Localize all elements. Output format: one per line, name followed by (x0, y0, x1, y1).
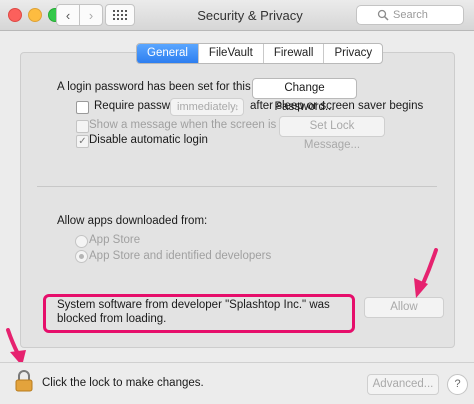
radio-app-store-identified[interactable] (75, 250, 88, 263)
show-message-checkbox[interactable] (76, 120, 89, 133)
disable-auto-login-checkbox[interactable]: ✓ (76, 135, 89, 148)
search-field[interactable]: Search (356, 5, 464, 25)
advanced-button[interactable]: Advanced... (367, 374, 439, 395)
highlight-box (43, 294, 355, 333)
minimize-window-button[interactable] (28, 8, 42, 22)
window-title: Security & Privacy (197, 8, 303, 23)
require-password-value: immediately (177, 101, 236, 113)
radio-app-store-identified-label: App Store and identified developers (89, 250, 272, 262)
require-password-suffix: after sleep or screen saver begins (250, 100, 424, 112)
tab-bar: General FileVault Firewall Privacy (136, 43, 384, 64)
grid-icon (113, 10, 127, 20)
tab-filevault[interactable]: FileVault (197, 44, 263, 63)
back-button[interactable]: ‹ (56, 4, 80, 26)
show-all-button[interactable] (105, 4, 135, 26)
checkmark-icon: ✓ (78, 136, 87, 147)
help-button[interactable]: ? (447, 374, 468, 395)
search-placeholder: Search (393, 9, 428, 21)
chevron-updown-icon: ↕ (234, 102, 240, 112)
close-window-button[interactable] (8, 8, 22, 22)
require-password-checkbox[interactable] (76, 101, 89, 114)
radio-app-store[interactable] (75, 235, 88, 248)
forward-button[interactable]: › (79, 4, 103, 26)
login-password-text: A login password has been set for this u… (57, 81, 277, 93)
tab-privacy[interactable]: Privacy (323, 44, 382, 63)
tab-general[interactable]: General (137, 44, 198, 63)
chevron-left-icon: ‹ (65, 7, 71, 23)
tab-firewall[interactable]: Firewall (262, 44, 324, 63)
help-icon: ? (454, 378, 461, 390)
require-password-select[interactable]: immediately ↕ (170, 98, 244, 116)
arrow-icon (414, 248, 438, 298)
chevron-right-icon: › (88, 7, 94, 23)
divider (37, 186, 437, 187)
set-lock-message-button[interactable]: Set Lock Message... (279, 116, 385, 151)
lock-text: Click the lock to make changes. (42, 377, 204, 389)
search-icon (377, 9, 389, 21)
allow-button[interactable]: Allow (364, 297, 444, 318)
lock-icon[interactable] (15, 370, 33, 392)
disable-auto-login-label: Disable automatic login (89, 134, 208, 146)
allow-apps-heading: Allow apps downloaded from: (57, 215, 208, 227)
change-password-button[interactable]: Change Password... (252, 78, 357, 113)
radio-app-store-label: App Store (89, 234, 141, 246)
